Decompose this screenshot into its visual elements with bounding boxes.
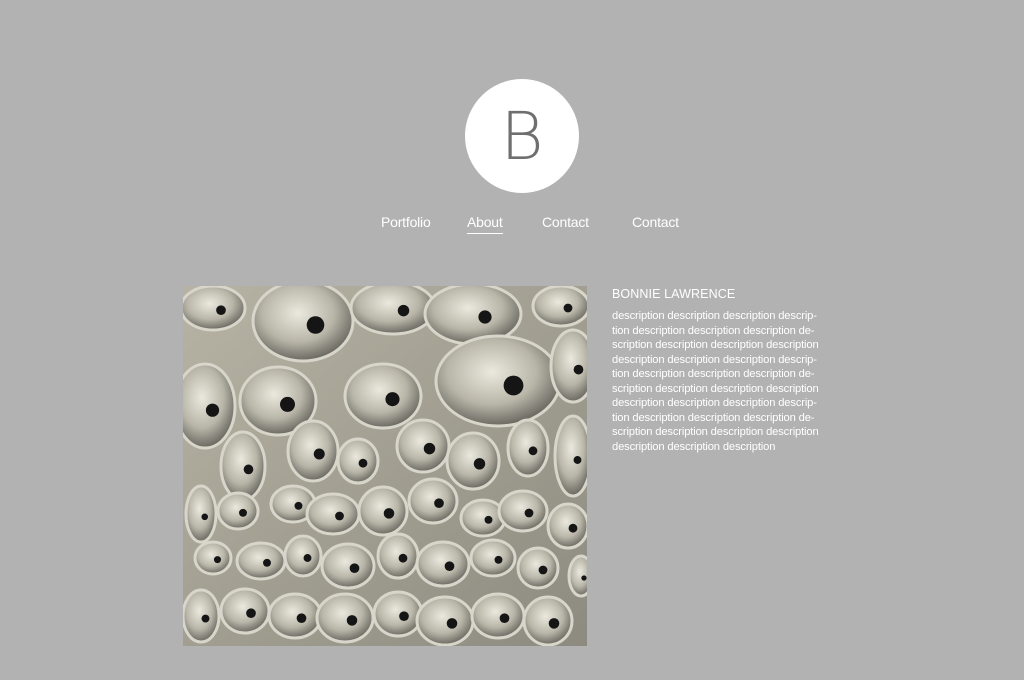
relief-hole: [397, 304, 410, 317]
relief-cell: [286, 419, 340, 483]
relief-hole: [434, 498, 444, 509]
relief-hole: [484, 515, 493, 524]
relief-hole: [205, 403, 220, 417]
relief-cell: [184, 484, 218, 544]
relief-cell: [372, 590, 424, 638]
relief-cell: [553, 414, 587, 498]
relief-hole: [349, 563, 360, 574]
logo-letter: B: [500, 98, 544, 175]
nav-item-portfolio[interactable]: Portfolio: [381, 213, 431, 231]
relief-cell: [522, 595, 574, 646]
relief-cell: [267, 592, 323, 640]
relief-hole: [201, 513, 209, 521]
nav-item-about[interactable]: About: [467, 213, 503, 234]
relief-hole: [446, 618, 458, 629]
relief-cell: [283, 534, 323, 578]
relief-hole: [346, 615, 358, 626]
relief-hole: [473, 458, 486, 470]
relief-hole: [494, 555, 503, 564]
relief-hole: [239, 508, 247, 517]
relief-cell: [357, 485, 409, 537]
relief-cell: [470, 592, 526, 640]
relief-hole: [263, 558, 271, 567]
relief-hole: [499, 613, 510, 624]
photo-artwork: [183, 286, 587, 646]
relief-cell: [219, 430, 267, 502]
relief-hole: [444, 561, 455, 572]
relief-hole: [548, 618, 560, 629]
relief-hole: [216, 305, 226, 316]
relief-cell: [343, 362, 423, 430]
relief-hole: [581, 575, 587, 581]
relief-hole: [383, 508, 395, 519]
relief-hole: [423, 442, 436, 455]
nav-item-contact-2[interactable]: Contact: [632, 213, 679, 231]
relief-hole: [296, 613, 307, 624]
nav-item-contact[interactable]: Contact: [542, 213, 589, 231]
relief-hole: [573, 456, 582, 464]
relief-hole: [385, 392, 400, 407]
relief-hole: [306, 316, 325, 334]
relief-hole: [358, 458, 368, 468]
relief-cell: [349, 286, 437, 336]
relief-hole: [478, 310, 492, 324]
relief-hole: [563, 303, 573, 313]
profile-name: BONNIE LAWRENCE: [612, 287, 736, 301]
relief-hole: [280, 396, 295, 412]
relief-cell: [376, 532, 420, 580]
relief-cell: [251, 286, 355, 363]
relief-cell: [336, 437, 380, 485]
main-nav: Portfolio About Contact Contact: [0, 213, 1024, 239]
relief-hole: [213, 556, 222, 564]
relief-cell: [434, 334, 562, 428]
relief-hole: [398, 553, 408, 563]
relief-cell: [516, 546, 560, 590]
relief-cell: [305, 492, 361, 536]
relief-cell: [407, 477, 459, 525]
relief-cell: [183, 588, 221, 644]
relief-hole: [399, 611, 409, 622]
relief-cell: [469, 538, 517, 578]
relief-cell: [531, 286, 587, 328]
relief-hole: [294, 501, 303, 510]
relief-cell: [235, 541, 287, 581]
relief-hole: [243, 464, 254, 475]
relief-hole: [303, 554, 312, 562]
relief-hole: [524, 508, 534, 518]
relief-cell: [445, 431, 501, 491]
relief-hole: [246, 608, 256, 619]
relief-hole: [503, 375, 524, 396]
relief-cell: [216, 491, 260, 531]
relief-hole: [538, 565, 548, 575]
relief-hole: [528, 446, 538, 456]
relief-cell: [315, 592, 375, 644]
profile-photo: [183, 286, 587, 646]
relief-hole: [313, 448, 325, 460]
profile-description: description description description desc…: [612, 310, 819, 453]
relief-hole: [201, 614, 210, 623]
relief-cell: [497, 489, 549, 533]
relief-cell: [506, 418, 550, 478]
relief-hole: [568, 523, 578, 533]
relief-cell: [415, 595, 475, 646]
relief-cell: [219, 587, 271, 635]
relief-hole: [573, 364, 584, 375]
relief-cell: [415, 540, 471, 588]
relief-hole: [335, 511, 344, 521]
relief-cell: [546, 502, 587, 550]
relief-cell: [395, 418, 451, 474]
logo[interactable]: B: [465, 79, 579, 193]
relief-cell: [320, 542, 376, 590]
relief-cell: [193, 540, 233, 576]
relief-cell: [183, 286, 247, 332]
bio-section: BONNIE LAWRENCE description description …: [612, 286, 852, 454]
